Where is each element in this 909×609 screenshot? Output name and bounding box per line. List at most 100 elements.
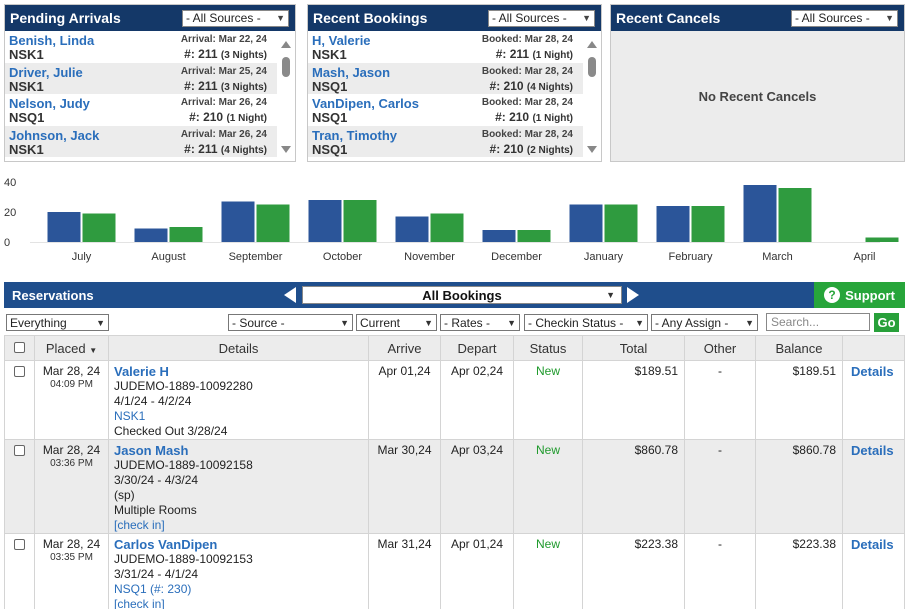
unit-code: NSK1 xyxy=(9,141,44,157)
list-item[interactable]: Nelson, Judy NSQ1 Arrival: Mar 26, 24 #: 2… xyxy=(5,94,277,126)
search-input[interactable]: Search... xyxy=(766,313,870,331)
list-item[interactable]: H, Valerie NSK1 Booked: Mar 28, 24 #: 211 … xyxy=(308,31,583,63)
source-select[interactable]: - All Sources - ▼ xyxy=(488,9,595,27)
nights: (4 Nights) xyxy=(526,81,573,93)
panel-title: Recent Cancels xyxy=(616,10,721,26)
chevron-down-icon: ▼ xyxy=(96,317,105,328)
balance-amount: $223.38 xyxy=(755,533,843,609)
x-tick-label: February xyxy=(668,251,713,263)
unit-link[interactable]: NSK1 xyxy=(114,409,368,424)
chart-bar xyxy=(221,201,255,242)
chevron-down-icon: ▼ xyxy=(424,317,433,328)
x-tick-label: August xyxy=(151,251,185,263)
details-link[interactable]: Details xyxy=(843,537,894,552)
list-item[interactable]: Johnson, Jack NSK1 Arrival: Mar 26, 24 #: … xyxy=(5,125,277,157)
list-item[interactable]: Tran, Timothy NSQ1 Booked: Mar 28, 24 #: 2… xyxy=(308,125,583,157)
list-item[interactable]: Benish, Linda NSK1 Arrival: Mar 22, 24 #: … xyxy=(5,31,277,63)
guest-name[interactable]: VanDipen, Carlos xyxy=(312,96,419,111)
booked-date: Booked: Mar 28, 24 xyxy=(481,65,573,77)
chart-bar xyxy=(308,200,342,242)
scroll-thumb[interactable] xyxy=(588,57,596,77)
arrivals-list: Benish, Linda NSK1 Arrival: Mar 22, 24 #: … xyxy=(5,31,277,161)
assign-filter[interactable]: - Any Assign - ▼ xyxy=(651,314,758,331)
chart-bar xyxy=(430,213,464,242)
list-scrollbar[interactable] xyxy=(277,31,295,161)
scroll-down-icon[interactable] xyxy=(587,146,597,153)
guest-name[interactable]: Nelson, Judy xyxy=(9,96,90,111)
check-in-link[interactable]: [check in] xyxy=(114,597,368,609)
row-checkbox[interactable] xyxy=(14,445,25,456)
type-filter[interactable]: Everything ▼ xyxy=(6,314,109,331)
arrive-date: Apr 01,24 xyxy=(368,360,441,440)
source-select-value: - All Sources - xyxy=(186,11,261,25)
period-filter[interactable]: Current ▼ xyxy=(356,314,437,331)
booked-date: Booked: Mar 28, 24 xyxy=(481,34,573,45)
chart-bar xyxy=(743,185,777,242)
status-badge: New xyxy=(513,533,583,609)
scroll-thumb[interactable] xyxy=(282,57,290,77)
unit-code: NSQ1 xyxy=(312,141,348,157)
rates-filter[interactable]: - Rates - ▼ xyxy=(440,314,520,331)
nights: (4 Nights) xyxy=(220,144,267,156)
y-tick-label: 20 xyxy=(4,207,16,219)
x-tick-label: March xyxy=(762,251,793,263)
support-button[interactable]: ? Support xyxy=(814,282,905,308)
col-actions xyxy=(842,335,905,361)
chart-bar xyxy=(256,204,290,242)
panel-header: Recent Bookings - All Sources - ▼ xyxy=(308,5,601,31)
x-tick-label: July xyxy=(72,251,92,263)
row-checkbox[interactable] xyxy=(14,539,25,550)
arrival-date: Arrival: Mar 22, 24 xyxy=(180,34,267,45)
row-checkbox[interactable] xyxy=(14,366,25,377)
details-link[interactable]: Details xyxy=(843,443,894,458)
table-row: Mar 28, 24 03:35 PM Carlos VanDipen JUDEM… xyxy=(4,533,905,609)
arrive-date: Mar 30,24 xyxy=(368,439,441,534)
source-filter[interactable]: - Source - ▼ xyxy=(228,314,353,331)
view-select-value: All Bookings xyxy=(422,287,502,303)
col-placed[interactable]: Placed ▼ xyxy=(34,335,109,361)
check-in-link[interactable]: [check in] xyxy=(114,518,368,533)
guest-name-link[interactable]: Jason Mash xyxy=(114,443,368,458)
prev-arrow-icon[interactable] xyxy=(284,287,296,303)
chart-bar xyxy=(482,230,516,242)
depart-date: Apr 03,24 xyxy=(440,439,514,534)
arrival-date: Arrival: Mar 25, 24 xyxy=(180,65,267,77)
select-all-checkbox[interactable] xyxy=(14,342,25,353)
panel-title: Recent Bookings xyxy=(313,10,428,26)
arrive-date: Mar 31,24 xyxy=(368,533,441,609)
scroll-up-icon[interactable] xyxy=(587,41,597,48)
source-select[interactable]: - All Sources - ▼ xyxy=(791,9,898,27)
guest-name-link[interactable]: Valerie H xyxy=(114,364,368,379)
checkin-status-filter[interactable]: - Checkin Status - ▼ xyxy=(524,314,648,331)
list-scrollbar[interactable] xyxy=(583,31,601,161)
bookings-list: H, Valerie NSK1 Booked: Mar 28, 24 #: 211 … xyxy=(308,31,583,161)
guest-name[interactable]: H, Valerie xyxy=(312,33,371,48)
reservations-bar: Reservations All Bookings ▼ xyxy=(4,282,814,308)
scroll-down-icon[interactable] xyxy=(281,146,291,153)
bookings-chart: 0 20 40 July August September October November D… xyxy=(4,177,899,263)
details-link[interactable]: Details xyxy=(843,364,894,379)
scroll-up-icon[interactable] xyxy=(281,41,291,48)
guest-name[interactable]: Johnson, Jack xyxy=(9,128,99,143)
x-tick-label: October xyxy=(323,251,362,263)
next-arrow-icon[interactable] xyxy=(627,287,639,303)
total-amount: $860.78 xyxy=(582,439,685,534)
col-arrive: Arrive xyxy=(368,335,441,361)
pending-arrivals-panel: Pending Arrivals - All Sources - ▼ Benish… xyxy=(4,4,296,162)
guest-name[interactable]: Mash, Jason xyxy=(312,65,390,80)
guest-name-link[interactable]: Carlos VanDipen xyxy=(114,537,368,552)
list-item[interactable]: Mash, Jason NSQ1 Booked: Mar 28, 24 #: 210… xyxy=(308,62,583,94)
checkin-filter-value: - Checkin Status - xyxy=(528,315,624,330)
go-button[interactable]: Go xyxy=(874,313,899,332)
guest-name[interactable]: Driver, Julie xyxy=(9,65,83,80)
room-number: #: 210 xyxy=(495,110,530,124)
list-item[interactable]: VanDipen, Carlos NSQ1 Booked: Mar 28, 24 #… xyxy=(308,94,583,126)
guest-name[interactable]: Benish, Linda xyxy=(9,33,94,48)
view-select[interactable]: All Bookings ▼ xyxy=(302,286,622,304)
source-select[interactable]: - All Sources - ▼ xyxy=(182,9,289,27)
room-number: #: 210 xyxy=(189,110,224,124)
list-item[interactable]: Driver, Julie NSK1 Arrival: Mar 25, 24 #: … xyxy=(5,62,277,94)
guest-name[interactable]: Tran, Timothy xyxy=(312,128,397,143)
total-amount: $189.51 xyxy=(582,360,685,440)
unit-link[interactable]: NSQ1 (#: 230) xyxy=(114,582,368,597)
